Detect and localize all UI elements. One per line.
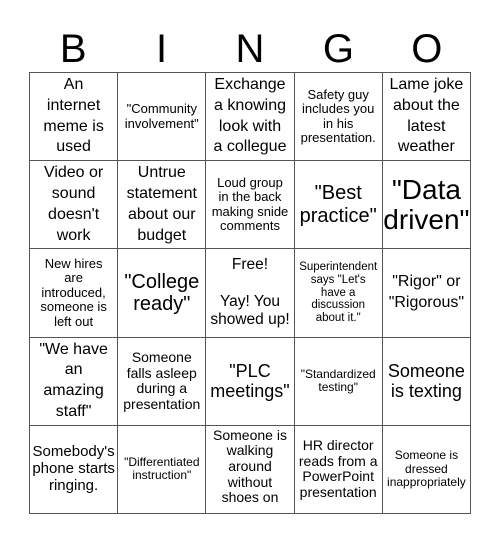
- bingo-cell[interactable]: New hires are introduced, someone is lef…: [30, 249, 119, 338]
- bingo-cell[interactable]: Superintendent says "Let's have a discus…: [294, 249, 383, 338]
- bingo-cell[interactable]: Someone is walking around without shoes …: [206, 425, 295, 514]
- bingo-cell[interactable]: "PLC meetings": [206, 337, 295, 426]
- header-letter-n: N: [235, 27, 265, 71]
- bingo-cell[interactable]: "Data driven": [382, 161, 471, 250]
- header-letter-g: G: [322, 27, 354, 71]
- bingo-header: B I N G O: [29, 26, 471, 72]
- bingo-cell[interactable]: Someone falls asleep during a presentati…: [118, 337, 207, 426]
- bingo-cell[interactable]: "Community involvement": [118, 73, 207, 162]
- bingo-cell[interactable]: Exchange a knowing look with a collegue: [206, 73, 295, 162]
- bingo-cell[interactable]: "Differentiated instruction": [118, 425, 207, 514]
- bingo-cell[interactable]: Video or sound doesn't work: [30, 161, 119, 250]
- bingo-cell[interactable]: HR director reads from a PowerPoint pres…: [294, 425, 383, 514]
- bingo-cell[interactable]: Untrue statement about our budget: [118, 161, 207, 250]
- header-letter-b: B: [59, 27, 87, 71]
- bingo-cell[interactable]: "College ready": [118, 249, 207, 338]
- free-space-cell[interactable]: Free! Yay! You showed up!: [206, 249, 295, 338]
- bingo-cell[interactable]: Somebody's phone starts ringing.: [30, 425, 119, 514]
- bingo-cell[interactable]: "Best practice": [294, 161, 383, 250]
- bingo-cell[interactable]: Loud group in the back making snide comm…: [206, 161, 295, 250]
- bingo-cell[interactable]: "Standardized testing": [294, 337, 383, 426]
- bingo-board: An internet meme is used "Community invo…: [29, 72, 471, 514]
- bingo-cell[interactable]: "Rigor" or "Rigorous": [382, 249, 471, 338]
- header-letter-i: I: [156, 27, 168, 71]
- bingo-cell[interactable]: An internet meme is used: [30, 73, 119, 162]
- bingo-cell[interactable]: Someone is texting: [382, 337, 471, 426]
- bingo-cell[interactable]: Safety guy includes you in his presentat…: [294, 73, 383, 162]
- header-letter-o: O: [411, 27, 443, 71]
- bingo-cell[interactable]: Someone is dressed inappropriately: [382, 425, 471, 514]
- bingo-cell[interactable]: Lame joke about the latest weather: [382, 73, 471, 162]
- bingo-cell[interactable]: "We have an amazing staff": [30, 337, 119, 426]
